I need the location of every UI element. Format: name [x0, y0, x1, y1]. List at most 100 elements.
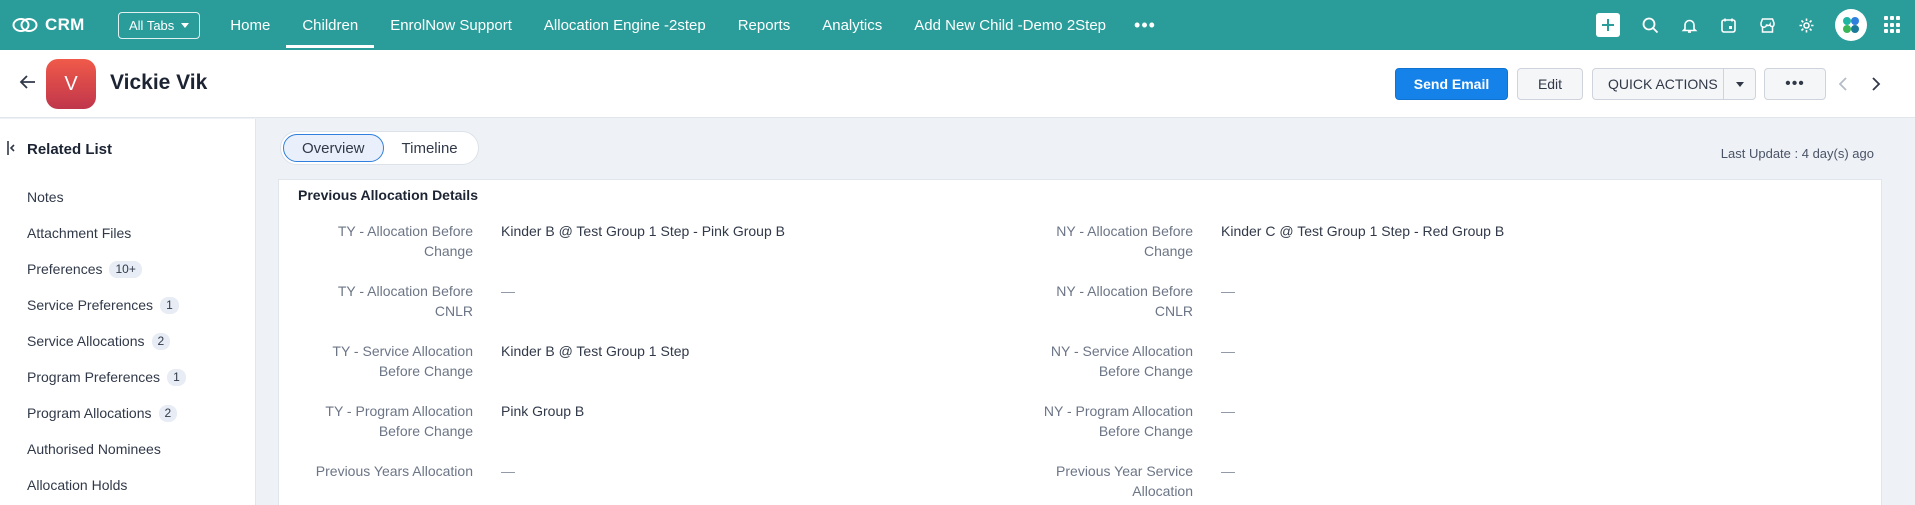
- sidebar-item-notes[interactable]: Notes: [27, 179, 186, 215]
- notifications-button[interactable]: [1679, 15, 1699, 35]
- count-badge: 2: [151, 332, 171, 350]
- sidebar-item-attachment-files[interactable]: Attachment Files: [27, 215, 186, 251]
- brand-name: CRM: [45, 15, 85, 34]
- next-record-icon[interactable]: [1866, 75, 1884, 93]
- field-label-line: TY - Service Allocation: [332, 343, 473, 359]
- field-label: TY - Service Allocation Before Change: [273, 341, 473, 381]
- field-label: TY - Allocation Before Change: [273, 221, 473, 261]
- quick-actions-dropdown[interactable]: [1723, 69, 1755, 99]
- top-right-tools: [1596, 0, 1915, 50]
- field-label-line: Previous Year Service: [1056, 463, 1193, 479]
- record-initial: V: [64, 72, 78, 95]
- tab-overview[interactable]: Overview: [283, 134, 384, 162]
- chevron-down-icon: [1735, 81, 1744, 87]
- field-label-line: NY - Allocation Before: [1056, 223, 1193, 239]
- tab-children[interactable]: Children: [286, 0, 375, 50]
- more-actions-button[interactable]: •••: [1764, 68, 1826, 100]
- field-value[interactable]: —: [1221, 401, 1235, 421]
- field-label-line: Allocation: [1132, 483, 1193, 499]
- edit-button[interactable]: Edit: [1517, 68, 1583, 100]
- field-label: NY - Allocation Before Change: [993, 221, 1193, 261]
- field-label-line: NY - Allocation Before: [1056, 283, 1193, 299]
- field-label-line: NY - Service Allocation: [1050, 343, 1193, 359]
- related-list-title: Related List: [27, 141, 113, 158]
- apps-grid-icon[interactable]: [1884, 16, 1902, 34]
- tab-enrolnow-support[interactable]: EnrolNow Support: [374, 0, 528, 50]
- related-list-sidebar: Related List Notes Attachment Files Pref…: [0, 119, 256, 505]
- field-label: Previous Year Service Allocation: [993, 461, 1193, 501]
- field-label-line: Before Change: [378, 363, 473, 379]
- field-value[interactable]: Kinder B @ Test Group 1 Step - Pink Grou…: [501, 221, 785, 241]
- tab-home[interactable]: Home: [214, 0, 286, 50]
- field-label-line: TY - Program Allocation: [325, 403, 473, 419]
- field-value[interactable]: —: [1221, 281, 1235, 301]
- search-button[interactable]: [1640, 15, 1660, 35]
- chevron-down-icon: [181, 22, 190, 28]
- tab-allocation-engine[interactable]: Allocation Engine -2step: [528, 0, 722, 50]
- gear-icon: [1799, 18, 1813, 32]
- field-value[interactable]: —: [501, 461, 515, 481]
- quick-actions-label: QUICK ACTIONS: [1608, 76, 1718, 92]
- marketplace-button[interactable]: [1757, 15, 1777, 35]
- search-icon: [1642, 17, 1658, 33]
- field-label-line: CNLR: [434, 303, 473, 319]
- record-avatar: V: [46, 59, 96, 109]
- field-value[interactable]: Kinder C @ Test Group 1 Step - Red Group…: [1221, 221, 1504, 241]
- sidebar-item-label: Allocation Holds: [27, 477, 128, 493]
- last-update-text: Last Update : 4 day(s) ago: [1720, 146, 1874, 161]
- crm-logo[interactable]: CRM: [12, 15, 106, 35]
- all-tabs-dropdown[interactable]: All Tabs: [118, 11, 201, 39]
- sidebar-item-program-allocations[interactable]: Program Allocations 2: [27, 395, 186, 431]
- back-arrow-icon[interactable]: [18, 72, 38, 92]
- record-name: Vickie Vik: [110, 71, 208, 94]
- field-label-line: TY - Allocation Before: [337, 283, 473, 299]
- count-badge: 2: [158, 404, 178, 422]
- field-value[interactable]: —: [1221, 461, 1235, 481]
- previous-record-icon[interactable]: [1835, 75, 1853, 93]
- sidebar-item-allocation-holds[interactable]: Allocation Holds: [27, 467, 186, 503]
- field-label: NY - Allocation Before CNLR: [993, 281, 1193, 321]
- tab-add-new-child[interactable]: Add New Child -Demo 2Step: [898, 0, 1122, 50]
- more-tabs-icon[interactable]: •••: [1134, 15, 1156, 36]
- collapse-sidebar-icon[interactable]: [6, 140, 16, 156]
- sidebar-item-label: Program Preferences: [27, 369, 161, 385]
- sidebar-item-label: Notes: [27, 189, 64, 205]
- settings-button[interactable]: [1796, 15, 1816, 35]
- sidebar-item-label: Service Allocations: [27, 333, 145, 349]
- user-avatar[interactable]: [1835, 9, 1867, 41]
- record-header: V Vickie Vik Send Email Edit QUICK ACTIO…: [0, 50, 1915, 118]
- related-list-items: Notes Attachment Files Preferences 10+ S…: [27, 179, 186, 503]
- tab-analytics[interactable]: Analytics: [806, 0, 898, 50]
- sidebar-item-service-preferences[interactable]: Service Preferences 1: [27, 287, 186, 323]
- send-email-button[interactable]: Send Email: [1395, 68, 1508, 100]
- user-avatar-icon: [1843, 17, 1859, 33]
- sidebar-item-label: Service Preferences: [27, 297, 154, 313]
- all-tabs-label: All Tabs: [129, 17, 175, 33]
- field-value[interactable]: Pink Group B: [501, 401, 584, 421]
- calendar-button[interactable]: [1718, 15, 1738, 35]
- field-label-line: Before Change: [378, 423, 473, 439]
- create-new-button[interactable]: [1596, 13, 1620, 37]
- count-badge: 1: [167, 368, 186, 386]
- field-label: NY - Program Allocation Before Change: [993, 401, 1193, 441]
- bell-icon: [1681, 19, 1697, 33]
- field-value[interactable]: Kinder B @ Test Group 1 Step: [501, 341, 689, 361]
- field-label-line: Before Change: [1098, 423, 1193, 439]
- sidebar-item-authorised-nominees[interactable]: Authorised Nominees: [27, 431, 186, 467]
- field-label: TY - Program Allocation Before Change: [273, 401, 473, 441]
- field-value[interactable]: —: [501, 281, 515, 301]
- sidebar-item-service-allocations[interactable]: Service Allocations 2: [27, 323, 186, 359]
- view-tabs: Overview Timeline: [280, 131, 479, 165]
- quick-actions-button[interactable]: QUICK ACTIONS: [1592, 68, 1756, 100]
- sidebar-item-preferences[interactable]: Preferences 10+: [27, 251, 186, 287]
- section-title: Previous Allocation Details: [298, 187, 478, 203]
- field-label-line: Change: [1143, 243, 1193, 259]
- sidebar-item-program-preferences[interactable]: Program Preferences 1: [27, 359, 186, 395]
- tab-timeline[interactable]: Timeline: [384, 134, 476, 162]
- field-label-line: Change: [423, 243, 473, 259]
- field-label-line: Before Change: [1098, 363, 1193, 379]
- crm-logo-icon: [12, 18, 38, 32]
- field-value[interactable]: —: [1221, 341, 1235, 361]
- field-label-line: TY - Allocation Before: [337, 223, 473, 239]
- tab-reports[interactable]: Reports: [722, 0, 807, 50]
